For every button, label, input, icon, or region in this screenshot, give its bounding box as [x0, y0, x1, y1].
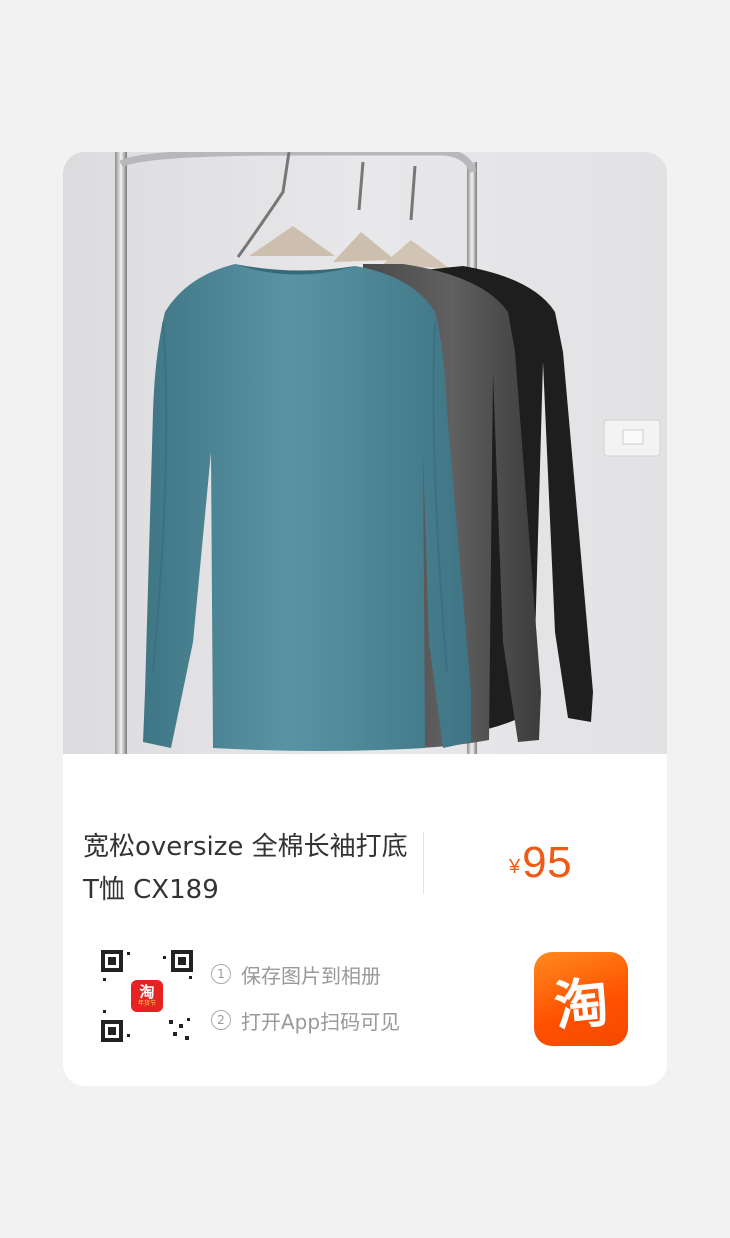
- taobao-app-icon[interactable]: 淘: [534, 952, 628, 1046]
- product-title[interactable]: 宽松oversize 全棉长袖打底T恤 CX189: [83, 826, 413, 912]
- product-photo[interactable]: [63, 152, 667, 754]
- divider: [423, 832, 424, 894]
- step-number: 2: [211, 1010, 231, 1030]
- step-2: 2 打开App扫码可见: [211, 1006, 400, 1034]
- step-text: 打开App扫码可见: [241, 1009, 401, 1034]
- scan-instructions: 1 保存图片到相册 2 打开App扫码可见: [211, 960, 400, 1052]
- qr-code[interactable]: 淘 年货节: [97, 946, 197, 1046]
- badge-caption: 年货节: [137, 1000, 156, 1007]
- currency-symbol: ¥: [509, 856, 521, 878]
- taobao-logo-char: 淘: [551, 969, 612, 1039]
- product-info: 宽松oversize 全棉长袖打底T恤 CX189 ¥95 淘 年货节 1 保存…: [63, 754, 667, 1086]
- price: ¥95: [509, 838, 572, 888]
- price-amount: 95: [522, 838, 573, 887]
- share-card: 宽松oversize 全棉长袖打底T恤 CX189 ¥95 淘 年货节 1 保存…: [63, 152, 667, 1086]
- step-text: 保存图片到相册: [241, 963, 381, 988]
- taobao-badge: 淘 年货节: [131, 980, 163, 1012]
- badge-logo: 淘: [139, 983, 155, 1001]
- step-number: 1: [211, 964, 231, 984]
- step-1: 1 保存图片到相册: [211, 960, 400, 988]
